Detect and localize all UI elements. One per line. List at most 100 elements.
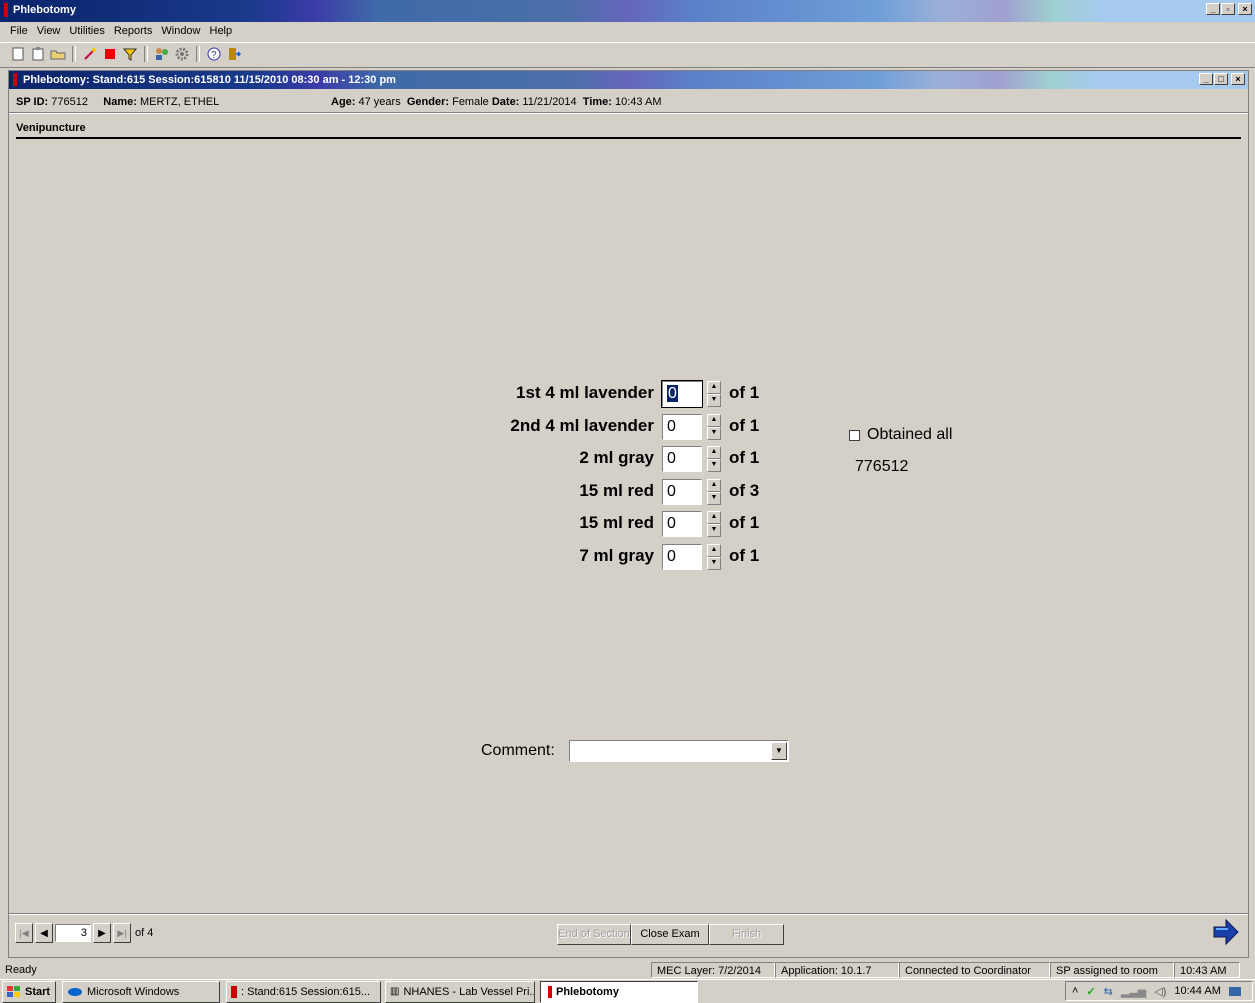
spin-up-icon[interactable]: ▲ — [707, 413, 721, 427]
spin-down-icon[interactable]: ▼ — [707, 426, 721, 440]
phlebotomy-icon — [548, 986, 552, 998]
tube-of-total: of 1 — [729, 513, 760, 532]
vial-icon — [231, 986, 237, 998]
menu-help[interactable]: Help — [210, 25, 233, 37]
tube-count-stepper[interactable]: ▲ ▼ — [707, 543, 721, 570]
tube-of-total: of 1 — [729, 448, 760, 467]
app-icon — [4, 3, 8, 17]
next-record-icon[interactable]: ▶ — [93, 923, 111, 943]
tube-list: 1st 4 ml lavender 0 ▲ ▼ of 1 2nd 4 ml lavende… — [9, 380, 1248, 581]
tube-label: 15 ml red — [579, 513, 654, 532]
tube-count-stepper[interactable]: ▲ ▼ — [707, 511, 721, 537]
gear-icon[interactable] — [172, 45, 192, 63]
status-connected: Connected to Coordinator — [899, 962, 1050, 978]
menu-view[interactable]: View — [37, 25, 61, 37]
prev-record-icon[interactable]: ◀ — [35, 923, 53, 943]
spin-down-icon[interactable]: ▼ — [707, 394, 721, 407]
users-icon[interactable] — [152, 45, 172, 63]
tube-label: 15 ml red — [579, 480, 654, 500]
menu-reports[interactable]: Reports — [114, 25, 153, 37]
tube-count-stepper[interactable]: ▲ ▼ — [707, 413, 721, 440]
minimize-button[interactable]: _ — [1206, 3, 1220, 15]
menu-utilities[interactable]: Utilities — [69, 25, 104, 37]
spin-down-icon[interactable]: ▼ — [707, 556, 721, 570]
tube-label: 1st 4 ml lavender — [516, 383, 654, 402]
new-icon[interactable] — [8, 45, 28, 63]
help-icon[interactable]: ? — [204, 45, 224, 63]
wand-icon[interactable] — [80, 45, 100, 63]
menu-file[interactable]: File — [10, 25, 28, 37]
child-app-icon — [13, 73, 17, 86]
tray-app-icon[interactable]: ✓ — [1086, 985, 1095, 998]
clipboard-icon[interactable] — [28, 45, 48, 63]
volume-icon[interactable]: ◁) — [1154, 985, 1166, 998]
chevron-down-icon[interactable]: ▼ — [771, 742, 787, 760]
selected-value: 0 — [667, 385, 678, 402]
bottom-divider — [9, 913, 1248, 915]
time-value: 10:43 AM — [615, 96, 662, 108]
toolbar: ? — [0, 42, 1255, 68]
tube-count-input[interactable]: 0 — [662, 478, 702, 505]
system-tray: ˄ ✓ ⇆ ▂▃▅ ◁) 10:44 AM — [1065, 981, 1253, 1001]
finish-button[interactable]: Finish — [709, 924, 784, 945]
last-record-icon[interactable]: ▶| — [113, 923, 131, 943]
end-of-section-button[interactable]: End of Section — [557, 924, 631, 945]
tube-count-input[interactable]: 0 — [661, 380, 703, 408]
filter-icon[interactable] — [120, 45, 140, 63]
child-close-button[interactable]: × — [1231, 73, 1245, 85]
spin-up-icon[interactable]: ▲ — [707, 446, 721, 459]
tray-clock: 10:44 AM — [1174, 985, 1221, 997]
tube-label: 7 ml gray — [579, 545, 654, 565]
sp-id: 776512 — [51, 96, 88, 108]
close-button[interactable]: × — [1238, 3, 1252, 15]
spin-down-icon[interactable]: ▼ — [707, 491, 721, 505]
child-title: Phlebotomy: Stand:615 Session:615810 11/… — [23, 74, 396, 86]
first-record-icon[interactable]: |◀ — [15, 923, 33, 943]
tube-count-stepper[interactable]: ▲ ▼ — [707, 478, 721, 505]
tray-expand-icon[interactable]: ˄ — [1072, 985, 1078, 997]
tube-of-total: of 3 — [729, 480, 760, 500]
child-maximize-button[interactable]: □ — [1214, 73, 1228, 85]
network-icon[interactable]: ⇆ — [1104, 985, 1113, 998]
tube-row: 2 ml gray 0 ▲ ▼ of 1 — [9, 446, 1248, 472]
child-minimize-button[interactable]: _ — [1199, 73, 1213, 85]
tube-count-input[interactable]: 0 — [662, 511, 702, 537]
open-icon[interactable] — [48, 45, 68, 63]
checkbox-box[interactable] — [849, 429, 860, 441]
signal-icon[interactable]: ▂▃▅ — [1121, 985, 1146, 998]
spin-down-icon[interactable]: ▼ — [707, 459, 721, 472]
gender-value: Female — [452, 96, 489, 108]
exit-icon[interactable] — [224, 45, 244, 63]
task-nhanes-lab[interactable]: ▥ NHANES - Lab Vessel Pri... — [385, 981, 535, 1003]
restore-button[interactable]: ▫ — [1221, 3, 1235, 15]
age-label: Age: — [331, 96, 356, 108]
child-window: Phlebotomy: Stand:615 Session:615810 11/… — [8, 70, 1249, 958]
tube-count-input[interactable]: 0 — [662, 446, 702, 472]
start-button[interactable]: Start — [2, 981, 56, 1003]
divider — [9, 112, 1248, 114]
spin-up-icon[interactable]: ▲ — [707, 478, 721, 492]
obtained-all-checkbox[interactable]: Obtained all — [849, 426, 952, 444]
task-label-1: : Stand:615 Session:615... — [241, 986, 371, 998]
spin-up-icon[interactable]: ▲ — [707, 511, 721, 524]
stop-icon[interactable] — [100, 45, 120, 63]
next-arrow-icon[interactable] — [1210, 917, 1240, 947]
quicklaunch-microsoft-windows[interactable]: Microsoft Windows — [62, 981, 220, 1003]
close-exam-button[interactable]: Close Exam — [631, 924, 709, 945]
tube-count-stepper[interactable]: ▲ ▼ — [707, 446, 721, 472]
comment-select[interactable]: ▼ — [569, 740, 789, 762]
spin-down-icon[interactable]: ▼ — [707, 524, 721, 537]
status-mec-layer: MEC Layer: 7/2/2014 — [651, 962, 775, 978]
task-phlebotomy[interactable]: Phlebotomy — [540, 981, 698, 1003]
spin-up-icon[interactable]: ▲ — [707, 381, 721, 394]
menu-window[interactable]: Window — [161, 25, 200, 37]
spin-up-icon[interactable]: ▲ — [707, 543, 721, 557]
tube-count-input[interactable]: 0 — [662, 413, 702, 440]
tube-of-total: of 1 — [729, 383, 760, 402]
tube-count-input[interactable]: 0 — [662, 543, 702, 570]
section-title: Venipuncture — [16, 122, 86, 134]
show-desktop-icon[interactable] — [1228, 986, 1241, 996]
tube-count-stepper[interactable]: ▲ ▼ — [707, 381, 721, 407]
task-stand-session[interactable]: : Stand:615 Session:615... — [226, 981, 381, 1003]
page-number-input[interactable]: 3 — [55, 924, 91, 942]
